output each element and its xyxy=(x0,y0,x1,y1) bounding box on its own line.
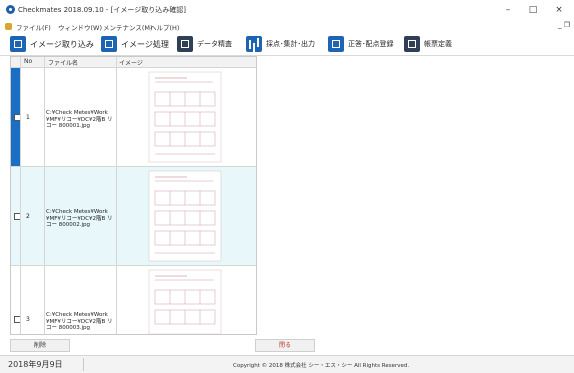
column-header-image[interactable]: イメージ xyxy=(119,58,143,67)
delete-button[interactable]: 削除 xyxy=(10,339,70,352)
column-header-filename[interactable]: ファイル名 xyxy=(48,58,78,67)
row-filename: C:¥Check Metes¥Work¥MF¥リコー¥DC¥2階B リコー 80… xyxy=(46,110,113,129)
status-divider xyxy=(83,358,84,371)
status-bar: 2018年9月9日 Copyright © 2018 株式会社 シー・エス・シー… xyxy=(0,355,574,373)
menu-help[interactable]: ヘルプ(H) xyxy=(150,22,179,32)
row-image-thumbnail[interactable] xyxy=(117,68,256,166)
row-filename: C:¥Check Metes¥Work¥MF¥リコー¥DC¥2階B リコー 80… xyxy=(46,209,113,228)
review-icon xyxy=(177,36,193,52)
row-image-thumbnail[interactable] xyxy=(117,167,256,265)
file-grid[interactable]: No ファイル名 イメージ 1 C:¥Check Metes¥Work¥MF¥リ… xyxy=(10,56,257,335)
mdi-controls[interactable]: _ ❐ xyxy=(558,21,570,29)
row-image-thumbnail[interactable] xyxy=(117,266,256,334)
scoring-output-button[interactable]: 採点･集計･出力 xyxy=(246,35,315,53)
answer-register-button[interactable]: 正答･配点登録 xyxy=(328,35,394,53)
status-date: 2018年9月9日 xyxy=(8,360,63,369)
grid-header: No ファイル名 イメージ xyxy=(11,57,256,68)
copyright-text: Copyright © 2018 株式会社 シー・エス・シー All Right… xyxy=(233,363,410,369)
form-definition-button[interactable]: 帳票定義 xyxy=(404,35,452,53)
table-row[interactable]: 2 C:¥Check Metes¥Work¥MF¥リコー¥DC¥2階B リコー … xyxy=(11,167,256,266)
table-row[interactable]: 1 C:¥Check Metes¥Work¥MF¥リコー¥DC¥2階B リコー … xyxy=(11,68,256,167)
app-logo-icon xyxy=(6,5,15,14)
document-icon xyxy=(5,23,12,30)
menu-bar: ファイル(F) ウィンドウ(W) メンテナンス(M) ヘルプ(H) _ ❐ xyxy=(0,20,574,34)
row-selector[interactable] xyxy=(11,266,20,334)
row-number: 1 xyxy=(26,114,30,121)
answer-icon xyxy=(328,36,344,52)
form-icon xyxy=(404,36,420,52)
menu-maintenance[interactable]: メンテナンス(M) xyxy=(103,22,153,32)
bottom-bar: 削除 閉る xyxy=(0,336,574,354)
close-window-button[interactable]: × xyxy=(547,2,571,18)
grid-divider xyxy=(20,57,21,334)
row-filename: C:¥Check Metes¥Work¥MF¥リコー¥DC¥2階B リコー 80… xyxy=(46,312,113,331)
column-header-no[interactable]: No xyxy=(24,58,32,65)
row-number: 2 xyxy=(26,213,30,220)
image-process-button[interactable]: イメージ処理 xyxy=(101,35,169,53)
grid-divider xyxy=(116,57,117,334)
menu-window[interactable]: ウィンドウ(W) xyxy=(58,22,102,32)
title-bar: Checkmates 2018.09.10 - [イメージ取り込み確認] – □… xyxy=(0,0,574,20)
image-import-button[interactable]: イメージ取り込み xyxy=(10,35,94,53)
menu-file[interactable]: ファイル(F) xyxy=(16,22,51,32)
image-process-icon xyxy=(101,36,117,52)
row-number: 3 xyxy=(26,316,30,323)
table-row[interactable]: 3 C:¥Check Metes¥Work¥MF¥リコー¥DC¥2階B リコー … xyxy=(11,266,256,334)
import-icon xyxy=(10,36,26,52)
close-button[interactable]: 閉る xyxy=(255,339,315,352)
data-review-button[interactable]: データ精査 xyxy=(177,35,232,53)
toolbar: イメージ取り込み イメージ処理 データ精査 採点･集計･出力 正答･配点登録 帳… xyxy=(0,33,574,56)
bar-chart-icon xyxy=(246,36,262,52)
window-title: Checkmates 2018.09.10 - [イメージ取り込み確認] xyxy=(18,6,186,14)
grid-divider xyxy=(44,57,45,334)
minimize-button[interactable]: – xyxy=(496,2,520,18)
maximize-button[interactable]: □ xyxy=(521,2,545,18)
